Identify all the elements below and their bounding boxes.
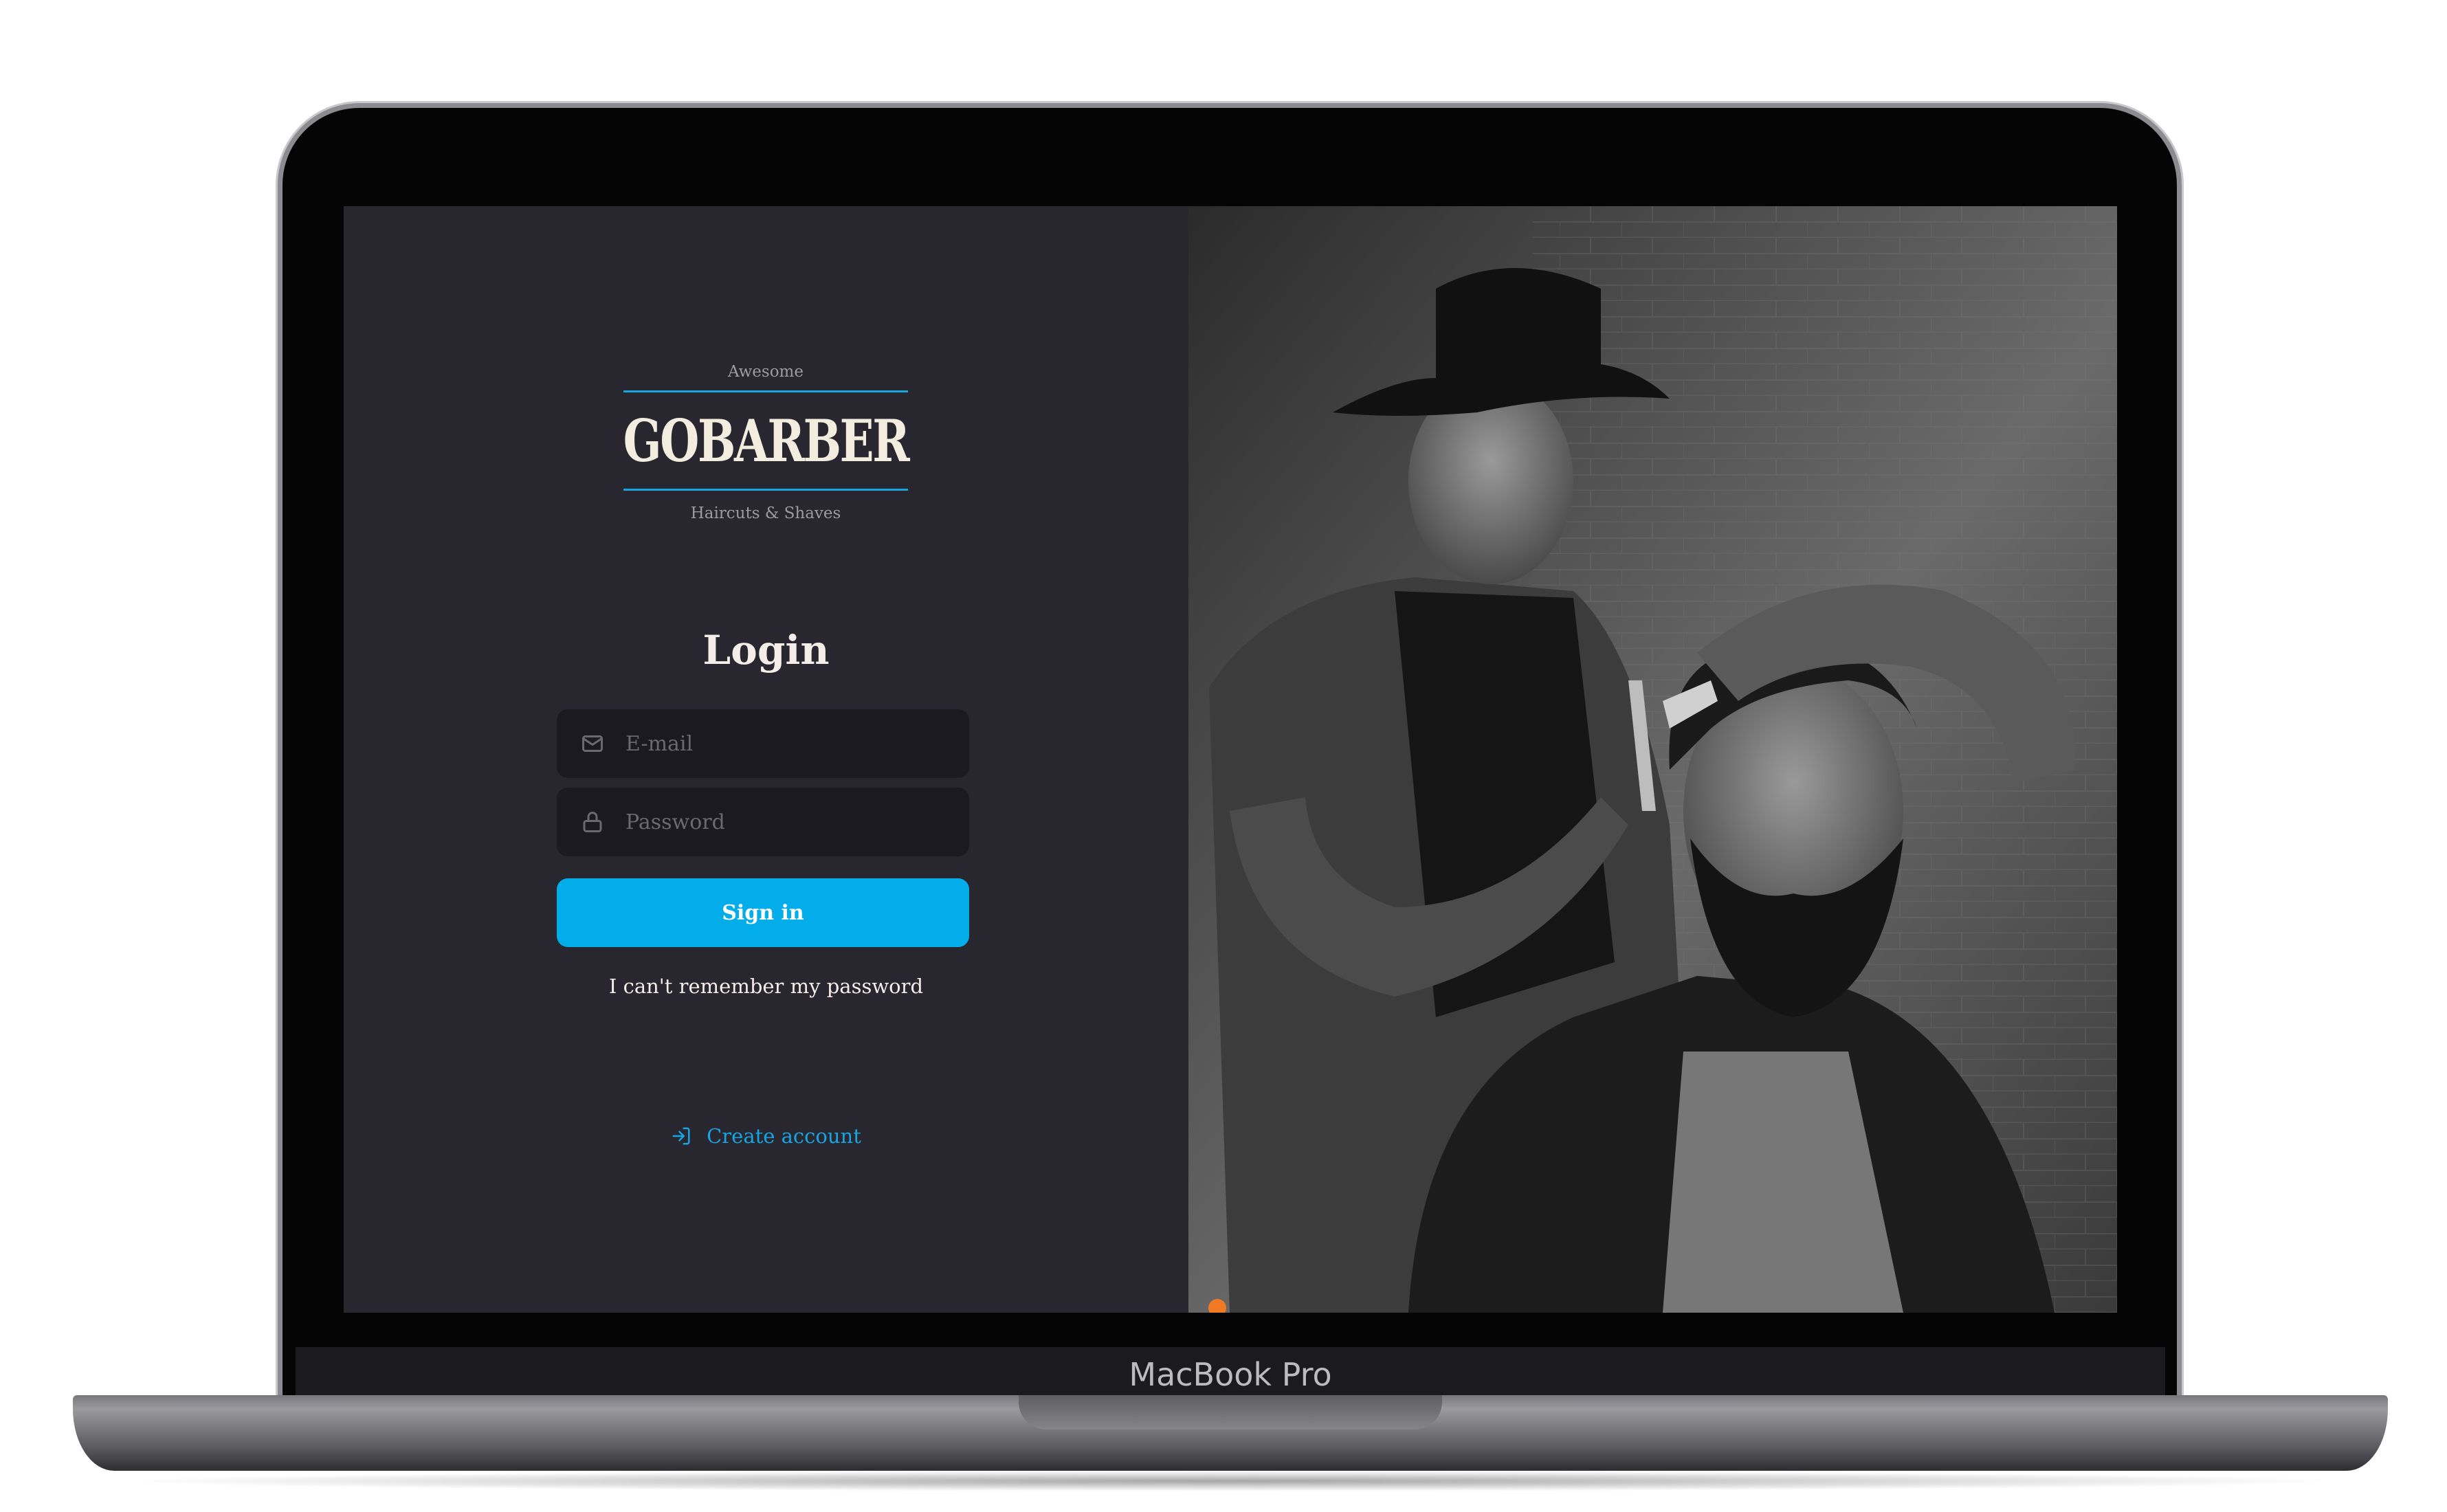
barber-photo bbox=[1188, 206, 2117, 1313]
logo-tagline-bottom: Haircuts & Shaves bbox=[690, 504, 841, 522]
logo-tagline-top: Awesome bbox=[728, 363, 804, 381]
logo-name: GOBARBER bbox=[623, 406, 910, 475]
logo-divider-bottom bbox=[623, 489, 908, 491]
create-account-link[interactable]: Create account bbox=[344, 1124, 1188, 1148]
lock-icon bbox=[583, 812, 602, 832]
laptop-bezel-label: MacBook Pro bbox=[296, 1347, 2165, 1402]
laptop-shadow bbox=[110, 1471, 2351, 1491]
sign-in-button[interactable]: Sign in bbox=[557, 878, 969, 947]
email-input[interactable] bbox=[624, 731, 969, 757]
forgot-password-link[interactable]: I can't remember my password bbox=[344, 975, 1188, 998]
app-screen: Awesome GOBARBER Haircuts & Shaves Login bbox=[344, 206, 2117, 1313]
email-field[interactable] bbox=[557, 709, 969, 778]
laptop-notch bbox=[1019, 1395, 1442, 1430]
cursor-indicator bbox=[1208, 1299, 1226, 1313]
mail-icon bbox=[582, 735, 603, 752]
create-account-label: Create account bbox=[707, 1124, 861, 1148]
log-in-icon bbox=[672, 1127, 690, 1145]
gobarber-logo: Awesome GOBARBER Haircuts & Shaves bbox=[623, 363, 910, 522]
password-field[interactable] bbox=[557, 788, 969, 856]
logo-wordmark: GOBARBER bbox=[623, 392, 910, 489]
password-input[interactable] bbox=[624, 809, 969, 835]
login-panel: Awesome GOBARBER Haircuts & Shaves Login bbox=[344, 206, 1188, 1313]
page-title: Login bbox=[702, 627, 830, 674]
